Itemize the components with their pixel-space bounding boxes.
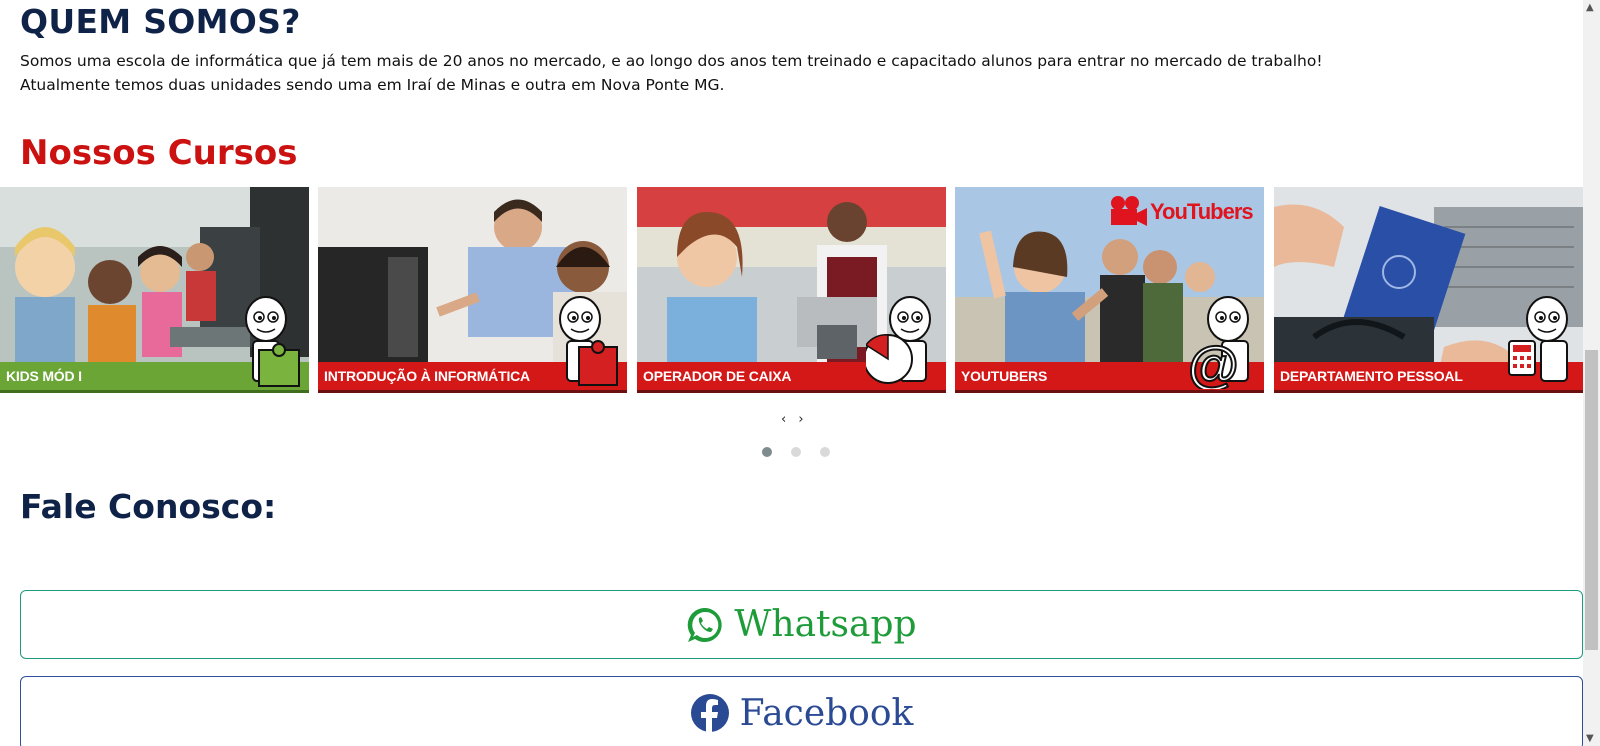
mascot-icon	[866, 296, 931, 384]
youtubers-logo-text: YouTubers	[1150, 199, 1254, 224]
carousel-dot-1[interactable]	[762, 447, 772, 457]
course-footer-line	[318, 390, 627, 393]
whatsapp-icon	[688, 607, 723, 642]
whatsapp-button[interactable]: Whatsapp	[20, 590, 1583, 659]
page-scrollbar[interactable]: ▲ ▼	[1583, 0, 1600, 746]
facebook-button[interactable]: Facebook	[20, 676, 1583, 746]
course-label: DEPARTAMENTO PESSOAL	[1280, 368, 1463, 384]
scroll-thumb[interactable]	[1585, 350, 1598, 650]
carousel-dots	[762, 442, 844, 461]
about-line-2: Atualmente temos duas unidades sendo uma…	[20, 76, 725, 94]
courses-title: Nossos Cursos	[20, 133, 298, 173]
contact-title: Fale Conosco:	[20, 487, 277, 526]
whatsapp-label: Whatsapp	[734, 604, 917, 645]
mascot-icon	[1508, 296, 1568, 382]
mascot-icon: @	[1187, 296, 1249, 389]
mascot-icon	[245, 296, 300, 387]
course-card-youtubers[interactable]: YouTubers @ YOUTUBERS	[955, 187, 1264, 393]
course-footer-line	[955, 390, 1264, 393]
course-label: OPERADOR DE CAIXA	[643, 368, 792, 384]
about-line-1: Somos uma escola de informática que já t…	[20, 52, 1323, 70]
mascot-icon	[559, 296, 618, 386]
carousel-arrows: ‹ ›	[781, 412, 808, 427]
about-description: Somos uma escola de informática que já t…	[20, 49, 1520, 97]
about-title: QUEM SOMOS?	[20, 2, 301, 41]
scroll-up-icon[interactable]: ▲	[1586, 2, 1594, 13]
course-label: KIDS MÓD I	[6, 368, 82, 384]
facebook-label: Facebook	[739, 692, 914, 734]
course-card-cashier[interactable]: OPERADOR DE CAIXA	[637, 187, 946, 393]
carousel-dot-2[interactable]	[791, 447, 802, 457]
course-card-kids[interactable]: KIDS MÓD I	[0, 187, 309, 393]
carousel-dot-3[interactable]	[820, 447, 831, 457]
svg-text:@: @	[1188, 337, 1239, 389]
page: QUEM SOMOS? Somos uma escola de informát…	[0, 0, 1583, 746]
course-label: YOUTUBERS	[961, 368, 1048, 384]
course-label: INTRODUÇÃO À INFORMÁTICA	[324, 368, 530, 384]
camera-icon	[1111, 196, 1147, 226]
course-footer-line	[637, 390, 946, 393]
course-card-hr[interactable]: DEPARTAMENTO PESSOAL	[1274, 187, 1583, 393]
carousel-prev-button[interactable]: ‹	[781, 412, 790, 427]
facebook-icon	[690, 694, 729, 733]
scroll-down-icon[interactable]: ▼	[1586, 733, 1594, 744]
courses-carousel: KIDS MÓD I INTRODUÇÃO À INFORMÁTICA OPER…	[0, 187, 1583, 393]
course-card-intro[interactable]: INTRODUÇÃO À INFORMÁTICA	[318, 187, 627, 393]
carousel-next-button[interactable]: ›	[798, 412, 807, 427]
course-footer-line	[0, 390, 309, 393]
course-footer-line	[1274, 390, 1583, 393]
